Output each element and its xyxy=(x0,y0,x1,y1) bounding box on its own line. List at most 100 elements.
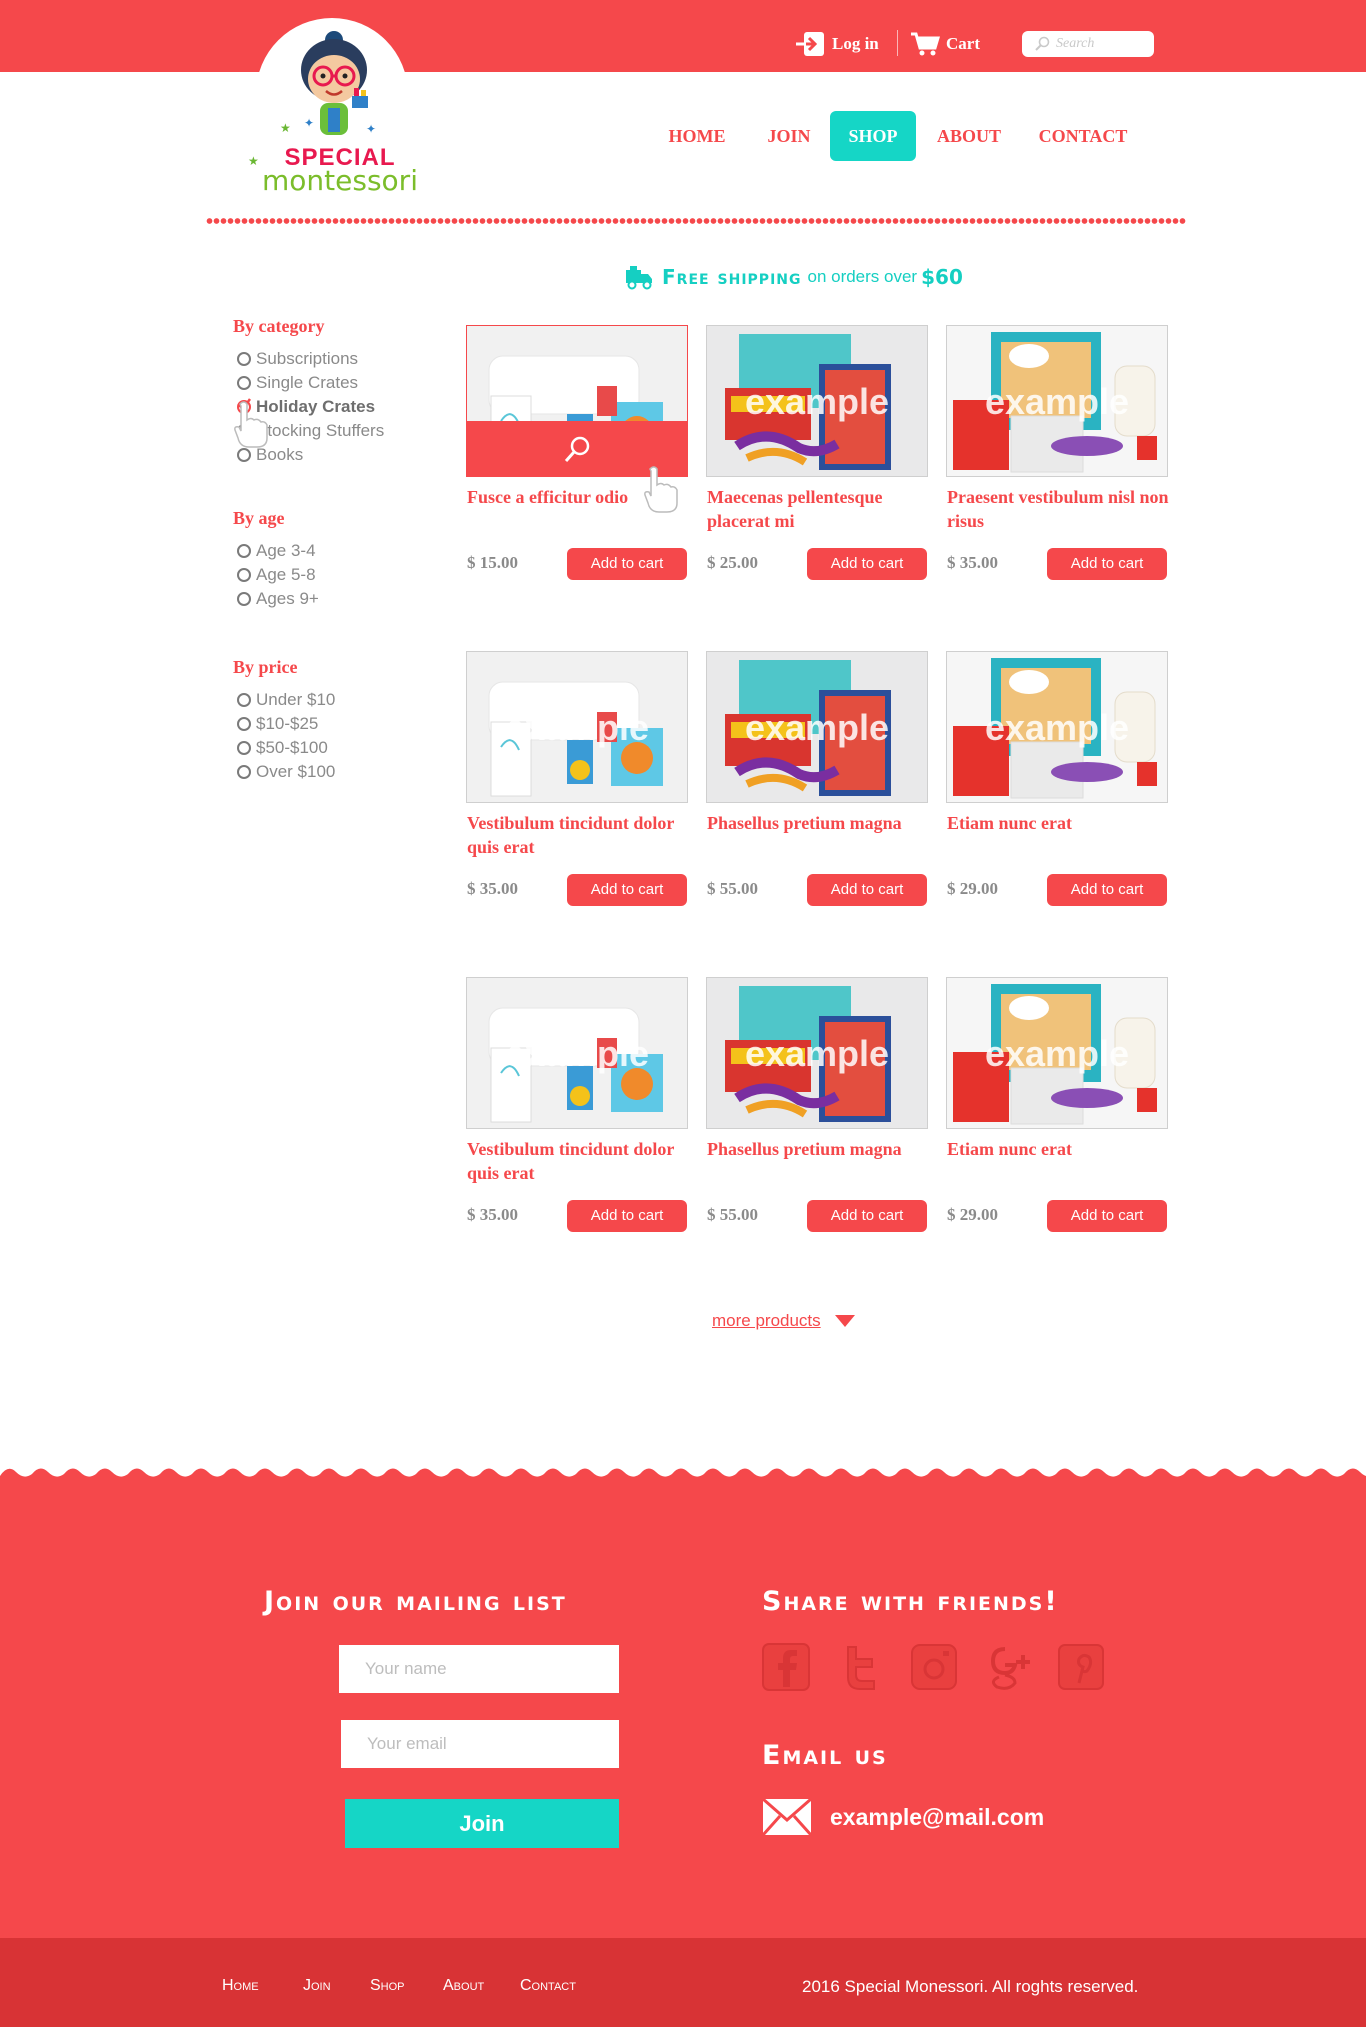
nav-contact[interactable]: CONTACT xyxy=(1028,111,1138,161)
radio-icon xyxy=(237,741,251,755)
product-price: $ 55.00 xyxy=(707,1205,758,1224)
filter-option-label: $50-$100 xyxy=(256,738,328,757)
twitter-icon[interactable] xyxy=(838,1643,886,1691)
product-price: $ 29.00 xyxy=(947,879,998,898)
product-title[interactable]: Phasellus pretium magna xyxy=(707,811,937,835)
radio-icon xyxy=(237,544,251,558)
product-price: $ 35.00 xyxy=(467,1205,518,1224)
product-price: $ 15.00 xyxy=(467,553,518,572)
product-price: $ 55.00 xyxy=(707,879,758,898)
nav-about[interactable]: ABOUT xyxy=(926,111,1012,161)
add-to-cart-button[interactable]: Add to cart xyxy=(807,548,927,580)
product-image[interactable]: example xyxy=(466,977,688,1129)
radio-icon xyxy=(237,448,251,462)
add-to-cart-button[interactable]: Add to cart xyxy=(567,874,687,906)
footer xyxy=(0,1484,1366,1938)
google-plus-icon[interactable] xyxy=(985,1643,1037,1691)
product-image[interactable]: example xyxy=(466,651,688,803)
radio-icon xyxy=(237,352,251,366)
more-products-link[interactable]: more products xyxy=(712,1308,857,1334)
footer-nav-shop[interactable]: Shop xyxy=(370,1977,405,1995)
add-to-cart-button[interactable]: Add to cart xyxy=(1047,874,1167,906)
header-divider xyxy=(897,30,898,56)
login-link[interactable]: Log in xyxy=(796,30,879,58)
cart-link[interactable]: Cart xyxy=(910,30,980,58)
footer-nav-about[interactable]: About xyxy=(443,1977,484,1995)
filter-option[interactable]: Age 3-4 xyxy=(237,539,316,563)
cart-icon xyxy=(911,32,940,56)
image-watermark: example xyxy=(984,1033,1130,1074)
product-title[interactable]: Etiam nunc erat xyxy=(947,811,1177,835)
shipping-amount: $60 xyxy=(921,265,963,289)
pinterest-icon[interactable] xyxy=(1057,1643,1105,1691)
facebook-icon[interactable] xyxy=(762,1643,810,1691)
nav-join[interactable]: JOIN xyxy=(752,111,826,161)
mailing-list-title: Join our mailing list xyxy=(264,1586,567,1617)
filter-option-label: Single Crates xyxy=(256,373,359,392)
zoom-icon xyxy=(564,436,590,462)
product-title[interactable]: Vestibulum tincidunt dolor quis erat xyxy=(467,811,697,859)
join-button[interactable]: Join xyxy=(345,1799,619,1848)
add-to-cart-button[interactable]: Add to cart xyxy=(807,1200,927,1232)
product-title[interactable]: Vestibulum tincidunt dolor quis erat xyxy=(467,1137,697,1185)
add-to-cart-button[interactable]: Add to cart xyxy=(1047,548,1167,580)
footer-nav-home[interactable]: Home xyxy=(222,1977,259,1995)
product-price: $ 35.00 xyxy=(467,879,518,898)
filter-option[interactable]: $50-$100 xyxy=(237,736,328,760)
product-title[interactable]: Phasellus pretium magna xyxy=(707,1137,937,1161)
logo-line2: montessori xyxy=(262,164,418,197)
filter-option-label: Age 3-4 xyxy=(256,541,316,560)
shipping-banner: Free shipping on orders over $60 xyxy=(624,262,963,292)
name-field[interactable]: Your name xyxy=(339,1645,619,1693)
product-image[interactable]: example xyxy=(946,325,1168,477)
email-link[interactable]: example@mail.com xyxy=(762,1796,1044,1838)
add-to-cart-button[interactable]: Add to cart xyxy=(567,548,687,580)
filter-option[interactable]: Subscriptions xyxy=(237,347,358,371)
product-image[interactable] xyxy=(466,325,688,477)
add-to-cart-button[interactable]: Add to cart xyxy=(1047,1200,1167,1232)
product-image[interactable]: example xyxy=(706,977,928,1129)
star-icon: ✦ xyxy=(304,116,315,130)
email-field[interactable]: Your email xyxy=(341,1720,619,1768)
filter-option[interactable]: Age 5-8 xyxy=(237,563,316,587)
nav-shop[interactable]: SHOP xyxy=(830,111,916,161)
bottom-bar xyxy=(0,1938,1366,2027)
filter-price-title: By price xyxy=(233,657,298,677)
product-price: $ 29.00 xyxy=(947,1205,998,1224)
login-icon xyxy=(796,32,824,56)
filter-option-label: Subscriptions xyxy=(256,349,359,368)
product-image[interactable]: example xyxy=(706,325,928,477)
filter-option[interactable]: $10-$25 xyxy=(237,712,318,736)
image-watermark: example xyxy=(504,1033,650,1074)
image-watermark: example xyxy=(984,707,1130,748)
email-address: example@mail.com xyxy=(830,1803,1045,1830)
image-watermark: example xyxy=(744,1033,890,1074)
radio-icon xyxy=(237,376,251,390)
product-image[interactable]: example xyxy=(706,651,928,803)
top-bar xyxy=(0,0,1366,72)
hand-cursor-icon xyxy=(234,401,268,448)
instagram-icon[interactable] xyxy=(910,1643,958,1691)
radio-icon xyxy=(237,693,251,707)
add-to-cart-button[interactable]: Add to cart xyxy=(807,874,927,906)
product-image[interactable]: example xyxy=(946,651,1168,803)
nav-home[interactable]: HOME xyxy=(660,111,734,161)
product-title[interactable]: Praesent vestibulum nisl non risus xyxy=(947,485,1177,533)
logo[interactable]: ★ ✦ ✦ ★ SPECIAL montessori xyxy=(240,24,440,197)
radio-icon xyxy=(237,765,251,779)
search-icon xyxy=(1035,36,1050,51)
product-image[interactable]: example xyxy=(946,977,1168,1129)
email-us-title: Email us xyxy=(762,1740,888,1771)
footer-nav-contact[interactable]: Contact xyxy=(520,1977,576,1995)
product-title[interactable]: Etiam nunc erat xyxy=(947,1137,1177,1161)
filter-option[interactable]: Under $10 xyxy=(237,688,335,712)
filter-option[interactable]: Ages 9+ xyxy=(237,587,319,611)
filter-option[interactable]: Over $100 xyxy=(237,760,335,784)
footer-nav-join[interactable]: Join xyxy=(303,1977,331,1995)
radio-icon xyxy=(237,592,251,606)
product-title[interactable]: Maecenas pellentesque placerat mi xyxy=(707,485,937,533)
filter-option[interactable]: Single Crates xyxy=(237,371,358,395)
search-input[interactable]: Search xyxy=(1022,31,1154,57)
add-to-cart-button[interactable]: Add to cart xyxy=(567,1200,687,1232)
filter-category-title: By category xyxy=(233,316,325,336)
